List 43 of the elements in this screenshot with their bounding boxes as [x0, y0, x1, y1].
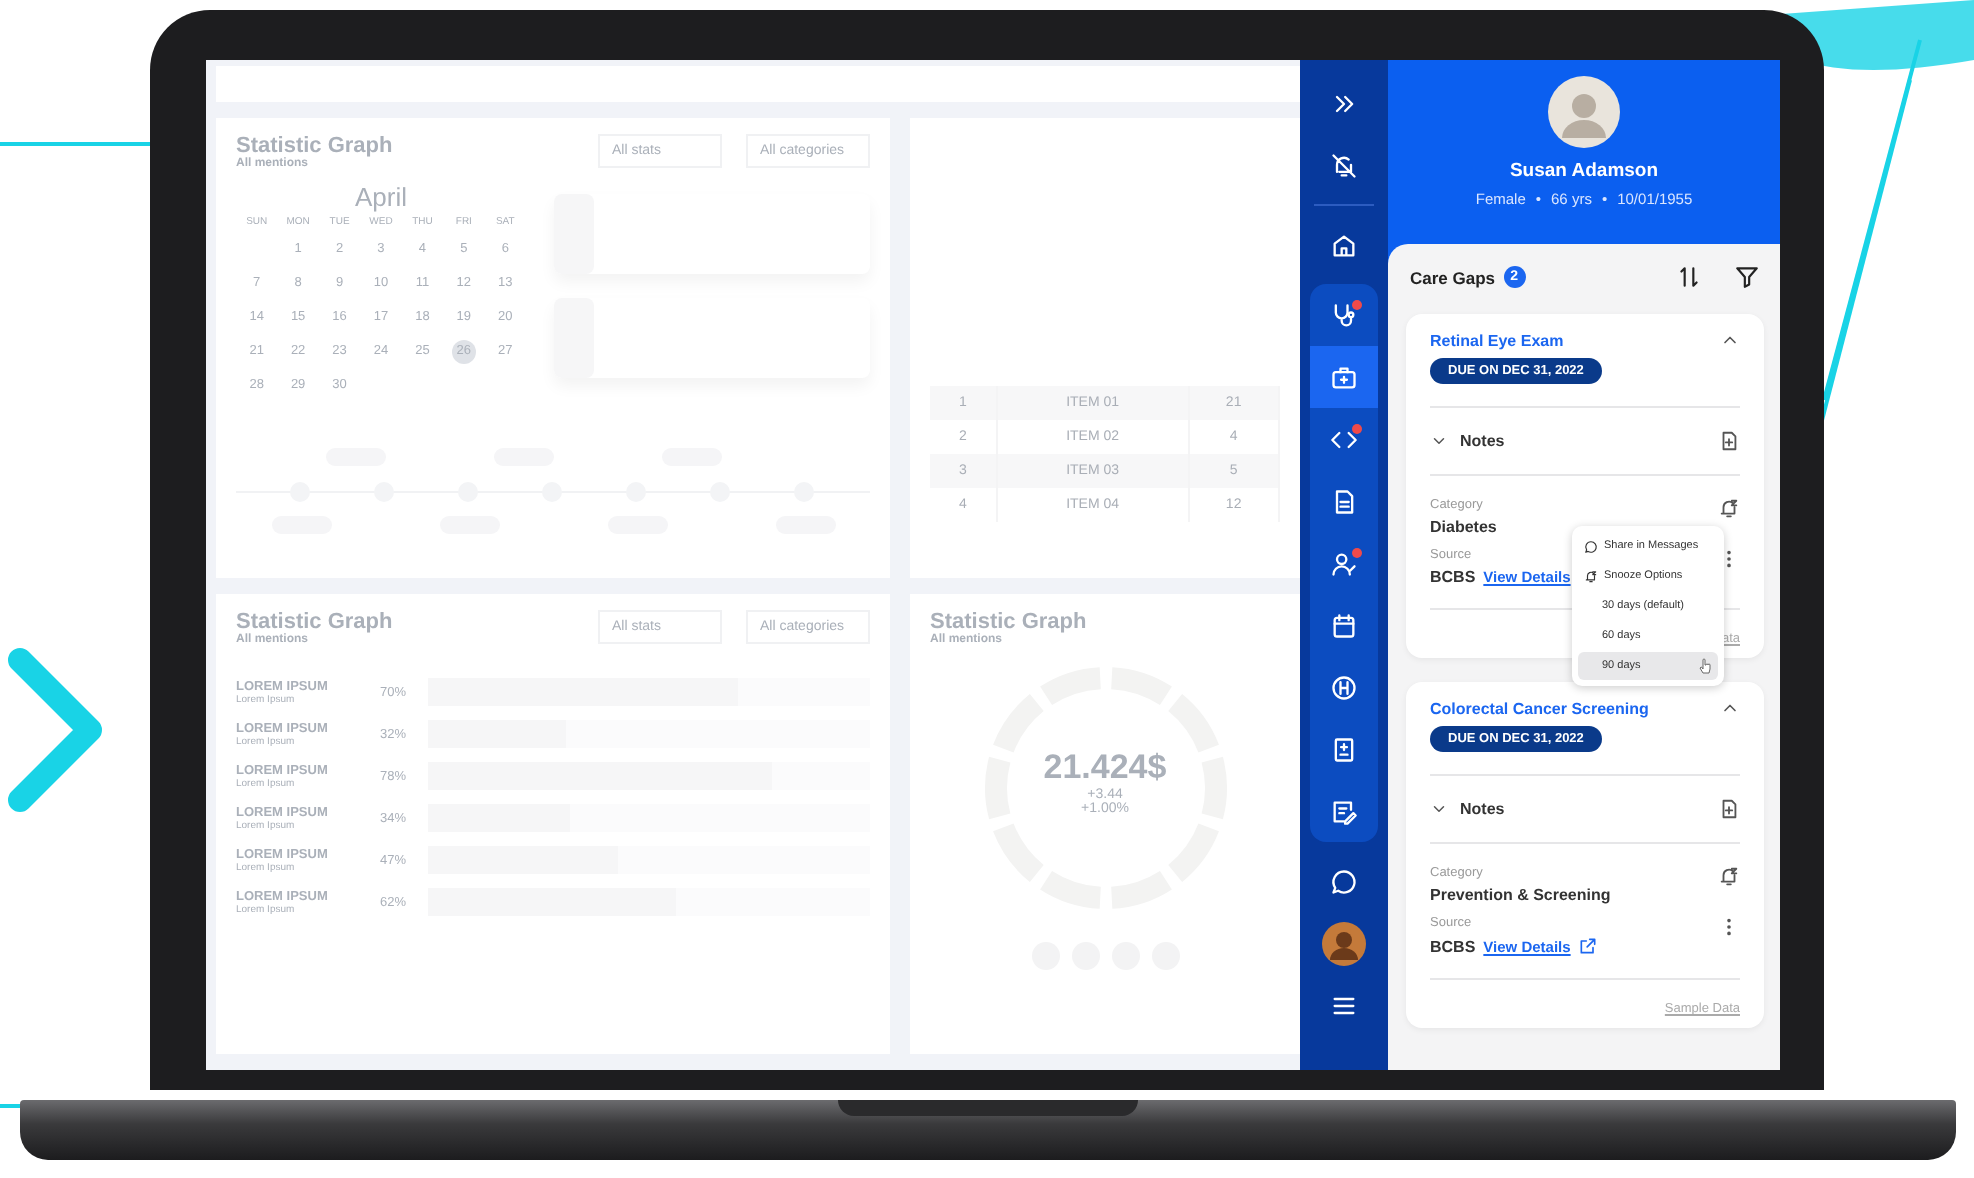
section-title: Care Gaps: [1410, 267, 1496, 287]
bell-off-icon[interactable]: [1330, 151, 1358, 179]
user-avatar[interactable]: [1322, 921, 1366, 965]
stethoscope-icon[interactable]: [1330, 301, 1358, 329]
hand-pointer-icon: [1698, 658, 1712, 674]
document-icon[interactable]: [1330, 487, 1358, 515]
snooze-bell-icon[interactable]: [1718, 866, 1740, 888]
card-title: Statistic Graph: [930, 610, 1087, 634]
add-document-icon[interactable]: [1718, 430, 1740, 452]
notification-dot: [1352, 548, 1362, 558]
filter-icon[interactable]: [1734, 264, 1760, 290]
notification-dot: [1352, 424, 1362, 434]
patient-name: Susan Adamson: [1509, 160, 1659, 182]
source-value: BCBS: [1430, 568, 1476, 586]
report-icon[interactable]: [1330, 735, 1358, 763]
snooze-bell-icon[interactable]: [1718, 498, 1740, 520]
add-document-icon[interactable]: [1718, 798, 1740, 820]
notes-label: Notes: [1460, 432, 1505, 450]
notification-dot: [1352, 300, 1362, 310]
source-value: BCBS: [1430, 937, 1476, 955]
total-value: 21.424$: [1043, 748, 1167, 788]
avatar-placeholder: [1548, 76, 1620, 148]
edit-document-icon[interactable]: [1330, 797, 1358, 825]
month-label: April: [352, 182, 409, 212]
medical-kit-icon[interactable]: [1330, 363, 1358, 391]
chat-icon[interactable]: [1330, 867, 1358, 895]
category-value: Prevention & Screening: [1430, 886, 1611, 904]
category-value: Diabetes: [1430, 518, 1499, 536]
care-gap-title: Colorectal Cancer Screening: [1430, 699, 1649, 717]
chat-icon: [1584, 539, 1598, 553]
sort-icon[interactable]: [1676, 264, 1702, 290]
external-link-icon[interactable]: [1578, 936, 1599, 956]
card-title: Statistic Graph: [236, 610, 393, 634]
hospital-icon[interactable]: [1330, 673, 1358, 701]
chevron-down-icon[interactable]: [1430, 800, 1448, 818]
notes-label: Notes: [1460, 800, 1505, 818]
chevron-down-icon[interactable]: [1430, 432, 1448, 450]
card-title: Statistic Graph: [236, 134, 393, 158]
home-icon[interactable]: [1330, 231, 1358, 259]
calendar-icon[interactable]: [1330, 611, 1358, 639]
care-gap-title: Retinal Eye Exam: [1430, 331, 1564, 349]
snooze-bell-icon: [1584, 569, 1598, 583]
person-icon[interactable]: [1330, 549, 1358, 577]
